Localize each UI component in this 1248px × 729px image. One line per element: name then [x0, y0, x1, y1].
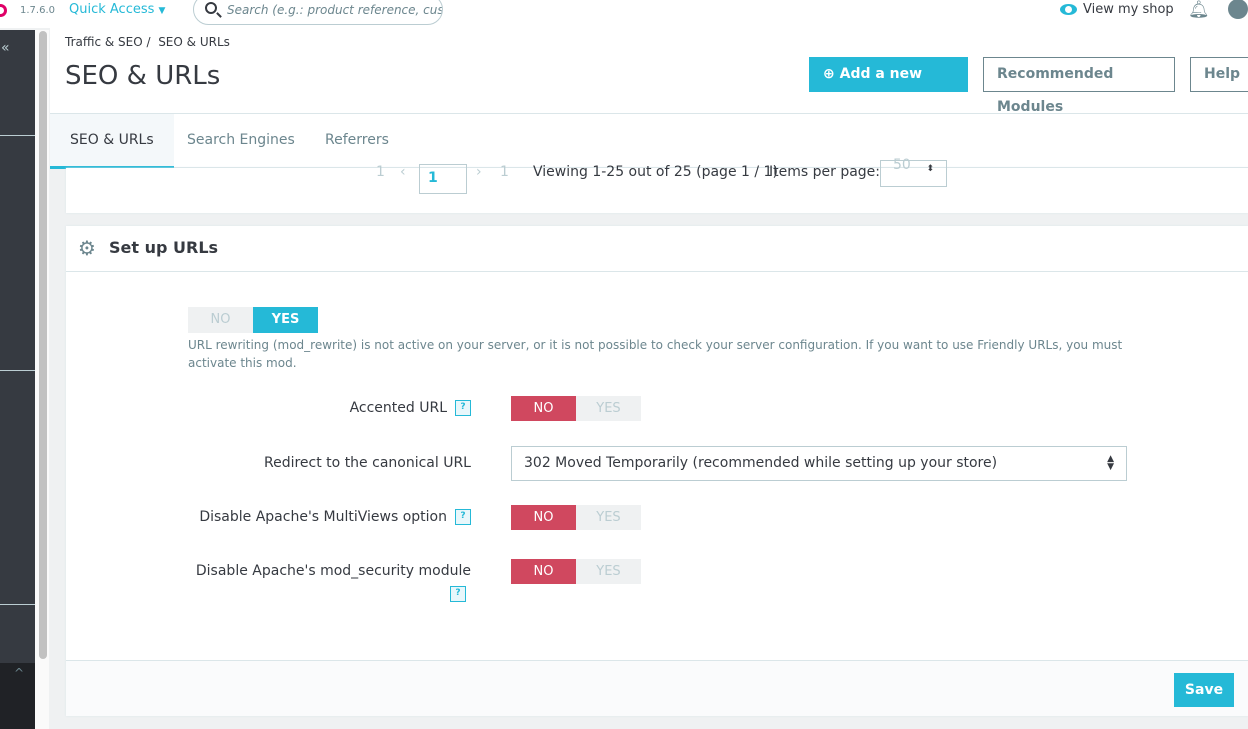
panel-title: Set up URLs [109, 238, 219, 257]
help-icon[interactable]: ? [455, 400, 471, 416]
friendly-url-toggle[interactable]: NO YES [188, 307, 318, 333]
help-icon[interactable]: ? [450, 586, 466, 602]
quick-access-dropdown[interactable]: Quick Access ▼ [69, 2, 165, 17]
add-new-page-button[interactable]: ⊕ Add a new page [809, 57, 968, 115]
toggle-no[interactable]: NO [511, 396, 576, 421]
toggle-no[interactable]: NO [511, 505, 576, 530]
toggle-no[interactable]: NO [188, 307, 253, 333]
page-input[interactable]: 1 [419, 164, 467, 194]
tab-search-engines[interactable]: Search Engines [167, 114, 315, 169]
divider [0, 604, 35, 605]
view-shop-label: View my shop [1083, 2, 1174, 17]
toggle-yes[interactable]: YES [576, 396, 641, 421]
chevron-up-icon[interactable]: ^ [14, 666, 24, 680]
tab-seo-urls[interactable]: SEO & URLs [50, 114, 174, 169]
first-page[interactable]: 1 [376, 164, 385, 180]
toggle-no[interactable]: NO [511, 559, 576, 584]
avatar-icon[interactable] [1228, 0, 1248, 19]
divider [0, 135, 35, 136]
label-text: Accented URL [349, 400, 447, 416]
setup-urls-panel: ⚙ Set up URLs NO YES URL rewriting (mod_re… [66, 226, 1248, 716]
add-label: Add a new page [823, 66, 923, 115]
panel-heading: ⚙ Set up URLs [66, 226, 1248, 272]
tab-referrers[interactable]: Referrers [305, 114, 409, 169]
gear-icon: ⚙ [78, 236, 96, 260]
help-icon[interactable]: ? [455, 509, 471, 525]
collapse-icon[interactable]: « [1, 40, 10, 56]
eye-icon [1060, 4, 1077, 15]
tabs: SEO & URLs Search Engines Referrers [50, 113, 1248, 169]
page-title: SEO & URLs [65, 61, 221, 91]
caret-down-icon: ▼ [158, 6, 166, 16]
mod-security-toggle[interactable]: NO YES [511, 559, 641, 584]
search-input[interactable]: Search (e.g.: product reference, custome [193, 0, 443, 25]
items-per-page-value: 50 [893, 157, 911, 173]
recommended-modules-button[interactable]: Recommended Modules [983, 57, 1175, 115]
toggle-yes[interactable]: YES [576, 559, 641, 584]
search-icon [205, 2, 217, 14]
prestashop-logo[interactable] [0, 4, 7, 17]
panel-footer: Save [66, 660, 1248, 716]
canonical-redirect-select[interactable]: 302 Moved Temporarily (recommended while… [511, 446, 1127, 481]
scrollbar-thumb[interactable] [39, 31, 47, 659]
accented-url-label: Accented URL? [350, 400, 471, 416]
toggle-yes[interactable]: YES [253, 307, 318, 333]
page-header: Traffic & SEO / SEO & URLs SEO & URLs ⊕ … [50, 28, 1248, 169]
accented-url-toggle[interactable]: NO YES [511, 396, 641, 421]
canonical-url-label: Redirect to the canonical URL [264, 455, 471, 471]
last-page[interactable]: 1 [500, 164, 509, 180]
save-button[interactable]: Save [1174, 673, 1234, 707]
quick-access-label: Quick Access [69, 2, 155, 17]
multiviews-toggle[interactable]: NO YES [511, 505, 641, 530]
prev-page-icon[interactable]: ‹ [400, 164, 406, 180]
breadcrumb-item[interactable]: SEO & URLs [158, 35, 230, 49]
next-page-icon[interactable]: › [476, 164, 482, 180]
viewing-text: Viewing 1-25 out of 25 (page 1 / 1) [533, 164, 778, 180]
mod-security-label: Disable Apache's mod_security module [195, 563, 471, 579]
view-my-shop-link[interactable]: View my shop [1060, 2, 1174, 17]
label-text: Disable Apache's MultiViews option [199, 509, 447, 525]
multiviews-label: Disable Apache's MultiViews option? [199, 509, 471, 525]
help-button[interactable]: Help [1190, 57, 1248, 92]
breadcrumb: Traffic & SEO / SEO & URLs [65, 35, 230, 49]
pagination-panel: 1 ‹ 1 › 1 Viewing 1-25 out of 25 (page 1… [66, 157, 1248, 213]
items-per-page-label: Items per page: [769, 164, 881, 180]
version: 1.7.6.0 [20, 5, 55, 16]
toggle-yes[interactable]: YES [576, 505, 641, 530]
sidebar: « ^ [0, 30, 35, 729]
plus-circle-icon: ⊕ [823, 66, 835, 82]
sort-arrows-icon: ⬍ [926, 164, 934, 174]
select-value: 302 Moved Temporarily (recommended while… [524, 455, 998, 471]
divider [0, 370, 35, 371]
sort-arrows-icon: ▲ ▼ [1107, 454, 1114, 472]
search-placeholder: Search (e.g.: product reference, custome [227, 3, 443, 17]
friendly-url-description: URL rewriting (mod_rewrite) is not activ… [188, 338, 1123, 370]
breadcrumb-item[interactable]: Traffic & SEO [65, 35, 143, 49]
bell-icon[interactable]: 🔔︎ [1188, 0, 1210, 20]
items-per-page-select[interactable]: 50 ⬍ [880, 157, 947, 187]
top-bar: 1.7.6.0 Quick Access ▼ Search (e.g.: pro… [0, 0, 1248, 28]
